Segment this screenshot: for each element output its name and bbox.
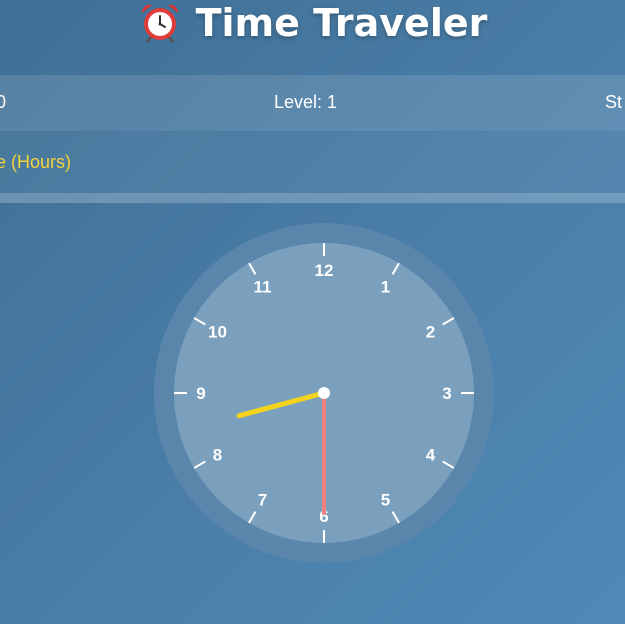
mode-bar: ne (Hours) [0,131,625,193]
clock-number-3: 3 [442,384,451,403]
clock-number-12: 12 [315,261,334,280]
level-value: Level: 1 [274,92,338,112]
clock-number-7: 7 [258,491,267,510]
clock-number-9: 9 [196,384,205,403]
clock-number-1: 1 [381,277,390,296]
streak-label: St [605,92,623,112]
progress-bar [0,193,625,203]
clock-center-pin [318,387,330,399]
clock-number-4: 4 [426,446,436,465]
mode-label: ne (Hours) [0,152,72,172]
clock-number-8: 8 [213,446,222,465]
clock-number-11: 11 [254,277,272,296]
alarm-clock-icon [138,1,182,45]
stats-bar: 0 Level: 1 St [0,75,625,131]
clock-number-10: 10 [208,323,227,342]
clock-number-2: 2 [426,323,435,342]
app-title: Time Traveler [0,0,625,46]
score-value: 0 [0,92,7,112]
app-title-text: Time Traveler [195,1,488,45]
analog-clock[interactable]: 12 1 2 3 4 5 6 7 8 9 10 11 [154,223,494,563]
clock-number-5: 5 [381,491,390,510]
